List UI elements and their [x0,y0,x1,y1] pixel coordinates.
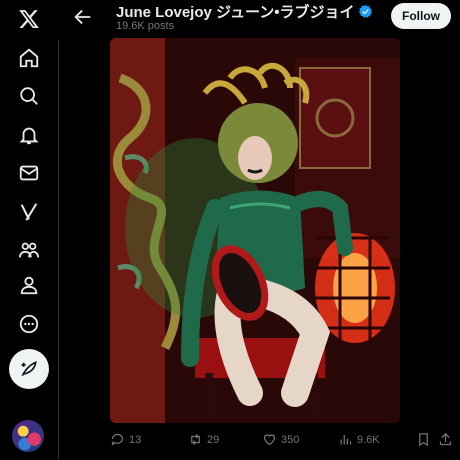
verified-badge-icon [359,4,373,18]
post-action-bar: 13 29 350 9.6K [110,428,455,454]
grok-icon[interactable] [10,193,48,231]
bookmark-button[interactable] [416,432,431,447]
post-media-image[interactable] [110,38,400,423]
post-count: 19.6K posts [116,20,175,32]
primary-navigation [0,0,59,460]
profile-header: June Lovejoy ジューン•ラブジョイ 19.6K posts Foll… [58,0,460,40]
communities-icon[interactable] [10,231,48,269]
profile-icon[interactable] [10,266,48,304]
reply-icon [111,433,124,446]
messages-icon[interactable] [10,154,48,192]
bookmark-icon [419,433,428,447]
search-icon[interactable] [10,77,48,115]
notifications-icon[interactable] [10,116,48,154]
reply-count: 13 [129,433,142,446]
feather-plus-icon [21,360,37,377]
back-arrow-icon[interactable] [72,6,94,28]
repost-count: 29 [207,433,220,446]
views-chart-icon [340,435,352,445]
home-icon[interactable] [10,39,48,77]
share-button[interactable] [438,432,453,447]
cosplay-photo [110,38,400,423]
compose-post-button[interactable] [9,349,49,389]
views-button[interactable]: 9.6K [338,432,380,447]
repost-button[interactable]: 29 [188,432,219,447]
like-count: 350 [281,433,300,446]
profile-name: June Lovejoy ジューン•ラブジョイ [116,1,373,22]
account-avatar[interactable] [12,420,44,452]
reply-button[interactable]: 13 [110,432,141,447]
follow-button[interactable]: Follow [391,3,451,29]
x-logo-icon[interactable] [10,0,48,38]
like-button[interactable]: 350 [262,432,299,447]
share-icon [439,432,452,446]
display-name: June Lovejoy ジューン•ラブジョイ [116,4,355,21]
more-icon[interactable] [10,305,48,343]
view-count: 9.6K [357,433,380,446]
repost-icon [191,434,200,445]
heart-icon [263,434,276,446]
